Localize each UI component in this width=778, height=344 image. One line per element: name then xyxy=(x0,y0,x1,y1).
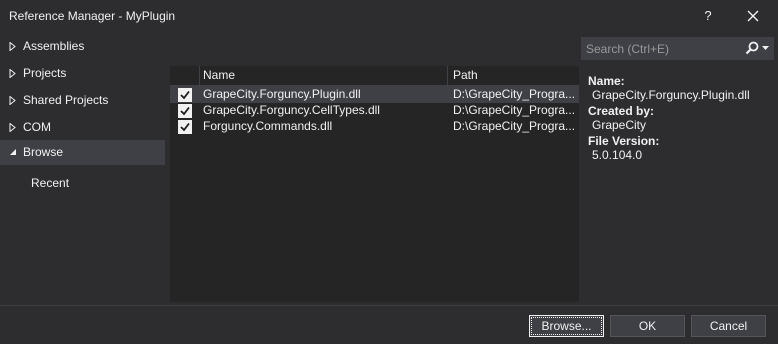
nav-item-assemblies[interactable]: Assemblies xyxy=(0,34,165,59)
collapsed-arrow-icon[interactable] xyxy=(8,34,18,59)
reference-name: GrapeCity.Forguncy.CellTypes.dll xyxy=(203,103,380,117)
collapsed-arrow-icon[interactable] xyxy=(8,115,18,140)
chevron-down-icon[interactable] xyxy=(762,46,769,50)
list-header: Name Path xyxy=(170,66,579,86)
column-header-name[interactable]: Name xyxy=(203,68,235,82)
nav-item-label: COM xyxy=(23,120,51,134)
nav-item-shared-projects[interactable]: Shared Projects xyxy=(0,88,165,113)
table-row[interactable]: GrapeCity.Forguncy.Plugin.dll D:\GrapeCi… xyxy=(170,86,579,103)
column-header-path[interactable]: Path xyxy=(453,68,478,82)
search-box[interactable] xyxy=(581,37,774,60)
search-icon[interactable] xyxy=(745,41,759,55)
title-bar: Reference Manager - MyPlugin ? xyxy=(0,0,778,32)
name-value: GrapeCity.Forguncy.Plugin.dll xyxy=(592,88,750,102)
reference-path: D:\GrapeCity_Progra... xyxy=(453,119,575,133)
reference-checkbox[interactable] xyxy=(178,88,192,102)
reference-path: D:\GrapeCity_Progra... xyxy=(453,87,575,101)
created-by-value: GrapeCity xyxy=(592,118,647,132)
browse-button[interactable]: Browse... xyxy=(529,315,604,337)
collapsed-arrow-icon[interactable] xyxy=(8,88,18,113)
expanded-arrow-icon[interactable] xyxy=(8,140,18,165)
close-icon xyxy=(747,10,759,22)
reference-checkbox[interactable] xyxy=(178,104,192,118)
nav-item-label: Recent xyxy=(31,176,70,190)
details-pane: Name: GrapeCity.Forguncy.Plugin.dll Crea… xyxy=(588,74,774,164)
reference-name: GrapeCity.Forguncy.Plugin.dll xyxy=(203,87,361,101)
file-version-value: 5.0.104.0 xyxy=(592,148,643,162)
cancel-button[interactable]: Cancel xyxy=(691,315,766,337)
help-button[interactable]: ? xyxy=(689,0,727,32)
nav-item-label: Shared Projects xyxy=(23,93,109,107)
nav-item-label: Browse xyxy=(23,145,64,159)
nav-item-label: Projects xyxy=(23,66,67,80)
file-version-label: File Version: xyxy=(588,134,660,148)
nav-item-com[interactable]: COM xyxy=(0,115,165,140)
name-label: Name: xyxy=(588,74,625,88)
table-row[interactable]: GrapeCity.Forguncy.CellTypes.dll D:\Grap… xyxy=(170,102,579,119)
reference-path: D:\GrapeCity_Progra... xyxy=(453,103,575,117)
created-by-label: Created by: xyxy=(588,104,655,118)
checkmark-icon xyxy=(180,122,190,132)
category-nav: Assemblies Projects Shared Projects COM … xyxy=(0,32,166,304)
column-divider[interactable] xyxy=(199,66,200,85)
button-bar: Browse... OK Cancel xyxy=(0,305,778,344)
column-divider[interactable] xyxy=(447,66,448,85)
window-title: Reference Manager - MyPlugin xyxy=(9,9,176,23)
search-input[interactable] xyxy=(582,38,741,59)
nav-item-projects[interactable]: Projects xyxy=(0,61,165,86)
checkmark-icon xyxy=(180,106,190,116)
checkmark-icon xyxy=(180,90,190,100)
table-row[interactable]: Forguncy.Commands.dll D:\GrapeCity_Progr… xyxy=(170,118,579,135)
nav-item-label: Assemblies xyxy=(23,39,85,53)
collapsed-arrow-icon[interactable] xyxy=(8,61,18,86)
close-button[interactable] xyxy=(734,0,772,32)
reference-name: Forguncy.Commands.dll xyxy=(203,119,333,133)
reference-checkbox[interactable] xyxy=(178,120,192,134)
nav-item-recent[interactable]: Recent xyxy=(0,171,165,196)
nav-item-browse[interactable]: Browse xyxy=(0,140,165,165)
ok-button[interactable]: OK xyxy=(610,315,685,337)
reference-list[interactable]: Name Path GrapeCity.Forguncy.Plugin.dll … xyxy=(170,66,579,302)
